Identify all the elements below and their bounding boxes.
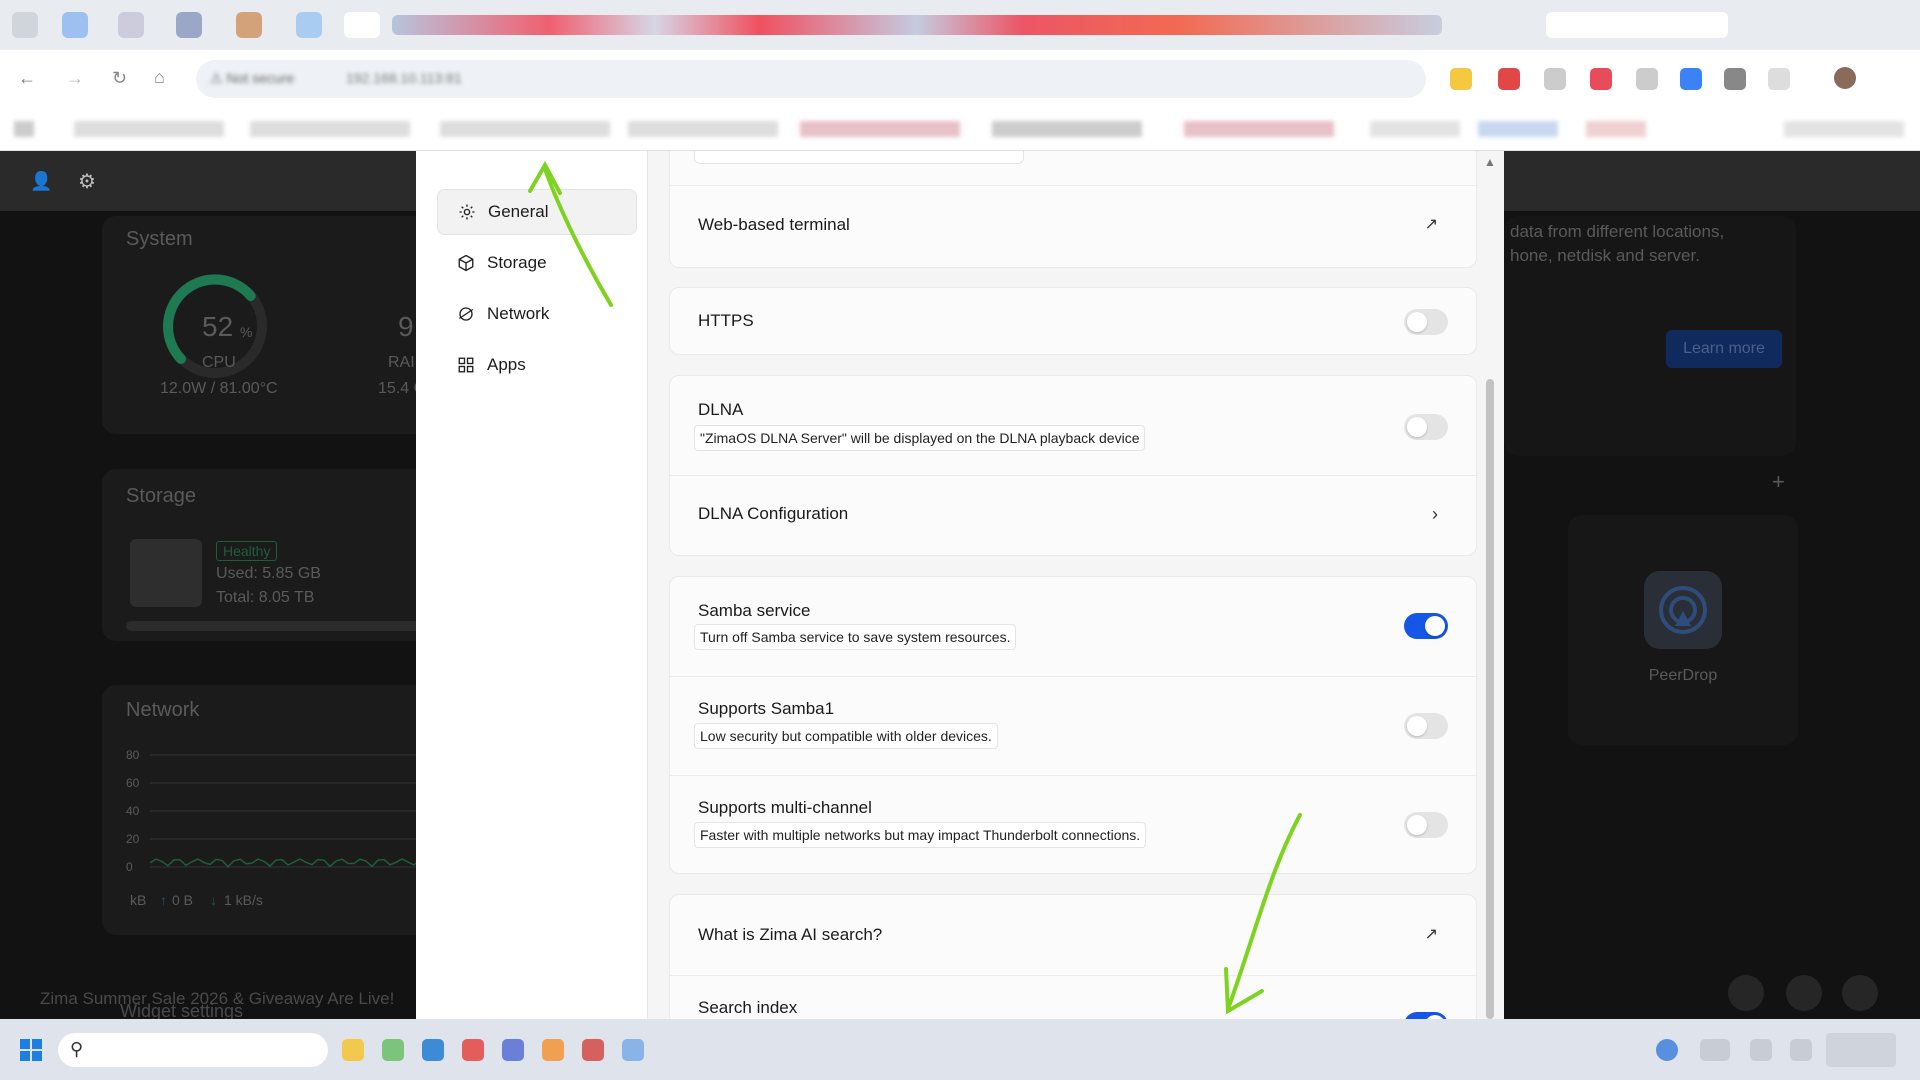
bookmark[interactable] [1370, 121, 1460, 137]
extension-icon[interactable] [1680, 68, 1702, 90]
taskbar-app-icon[interactable] [502, 1039, 524, 1061]
taskbar-app-icon[interactable] [342, 1039, 364, 1061]
bookmark[interactable] [74, 121, 224, 137]
browser-toolbar: ← → ↻ ⌂ ⚠ Not secure 192.168.10.113:81 [0, 50, 1920, 108]
taskbar-search[interactable]: ⚲ [58, 1033, 328, 1067]
bookmark[interactable] [250, 121, 410, 137]
extension-icon[interactable] [1450, 68, 1472, 90]
taskbar-app-icon[interactable] [622, 1039, 644, 1061]
extension-icon[interactable] [1590, 68, 1612, 90]
tray-icon[interactable] [1750, 1039, 1772, 1061]
active-tab[interactable] [344, 12, 380, 38]
tab-strip[interactable] [392, 15, 1442, 35]
taskbar-app-icon[interactable] [582, 1039, 604, 1061]
apps-icon[interactable] [14, 121, 34, 137]
bookmark[interactable] [1478, 121, 1558, 137]
extension-icon[interactable] [1636, 68, 1658, 90]
home-icon[interactable]: ⌂ [154, 67, 165, 88]
tray-icon[interactable] [1700, 1039, 1730, 1061]
extension-icon[interactable] [1544, 68, 1566, 90]
tab-icon[interactable] [118, 12, 144, 38]
clock[interactable] [1826, 1033, 1896, 1067]
address-bar[interactable]: ⚠ Not secure 192.168.10.113:81 [196, 60, 1426, 98]
avatar[interactable] [1834, 67, 1856, 89]
tab-icon[interactable] [62, 12, 88, 38]
extension-icon[interactable] [1498, 68, 1520, 90]
taskbar-app-icon[interactable] [422, 1039, 444, 1061]
tab-icon[interactable] [236, 12, 262, 38]
zimaos-page: 👤 ⚙ System 52 % CPU 12.0W / 81.00°C 9 RA… [0, 151, 1920, 1019]
url-text: 192.168.10.113:81 [346, 70, 462, 86]
bookmark[interactable] [1184, 121, 1334, 137]
back-icon[interactable]: ← [18, 68, 36, 89]
windows-taskbar: ⚲ [0, 1019, 1920, 1080]
arrowhead-icon [528, 160, 562, 195]
bookmark[interactable] [1586, 121, 1646, 137]
extension-icon[interactable] [1724, 68, 1746, 90]
tray-icon[interactable] [1790, 1039, 1812, 1061]
bookmark[interactable] [800, 121, 960, 137]
search-icon: ⚲ [70, 1039, 84, 1059]
extension-icon[interactable] [1768, 68, 1790, 90]
bookmark[interactable] [992, 121, 1142, 137]
taskbar-app-icon[interactable] [462, 1039, 484, 1061]
annotation-arrow-up [543, 167, 613, 307]
tab-icon[interactable] [12, 12, 38, 38]
forward-icon[interactable]: → [66, 68, 84, 89]
taskbar-app-icon[interactable] [542, 1039, 564, 1061]
tray-icon[interactable] [1656, 1039, 1678, 1061]
bookmarks-bar [0, 108, 1920, 151]
annotation-layer [528, 160, 1302, 1015]
taskbar-app-icon[interactable] [382, 1039, 404, 1061]
annotation-arrow-down [1226, 813, 1302, 1011]
reload-icon[interactable]: ↻ [112, 68, 127, 89]
bookmark[interactable] [440, 121, 610, 137]
profile-pill[interactable] [1546, 12, 1728, 38]
windows-start-icon[interactable] [20, 1039, 42, 1061]
bookmark[interactable] [628, 121, 778, 137]
tab-icon[interactable] [296, 12, 322, 38]
tab-icon[interactable] [176, 12, 202, 38]
browser-tab-bar [0, 0, 1920, 50]
security-warning[interactable]: ⚠ Not secure [210, 70, 294, 87]
bookmark[interactable] [1784, 121, 1904, 137]
